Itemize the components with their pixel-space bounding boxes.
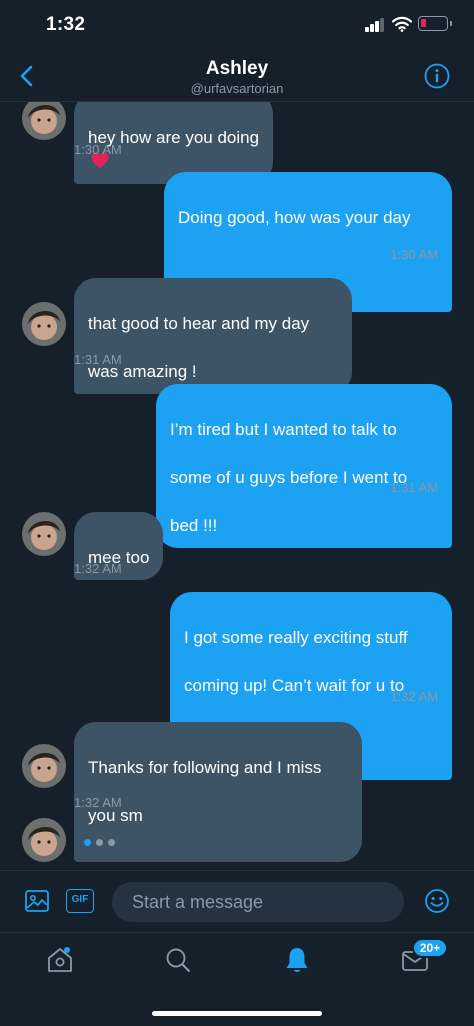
conversation-header: Ashley @urfavsartorian bbox=[0, 50, 474, 102]
message-text: Thanks for following and I miss bbox=[88, 758, 322, 777]
read-check-icon: ✓ bbox=[441, 247, 452, 262]
message-list[interactable]: hey how are you doing 1:30 AM Doing good… bbox=[0, 102, 474, 870]
message-timestamp: 1:32 AM bbox=[74, 561, 122, 576]
message-timestamp: 1:32 AM ✓ bbox=[390, 689, 452, 704]
battery-icon bbox=[418, 16, 448, 31]
message-text: coming up! Can’t wait for u to bbox=[184, 676, 405, 695]
message-text: some of u guys before I went to bbox=[170, 468, 408, 487]
cellular-signal-icon bbox=[365, 18, 385, 32]
message-text: I got some really exciting stuff bbox=[184, 628, 408, 647]
message-timestamp: 1:31 AM bbox=[74, 352, 122, 367]
read-check-icon: ✓ bbox=[441, 480, 452, 495]
home-icon[interactable] bbox=[45, 945, 75, 975]
message-input[interactable] bbox=[112, 882, 404, 922]
contact-avatar[interactable] bbox=[22, 744, 66, 788]
message-timestamp: 1:30 AM bbox=[74, 142, 122, 157]
emoji-picker-icon[interactable] bbox=[424, 888, 450, 914]
search-icon[interactable] bbox=[163, 945, 193, 975]
message-composer: GIF bbox=[0, 870, 474, 932]
message-timestamp: 1:30 AM ✓ bbox=[390, 247, 452, 262]
message-timestamp: 1:32 AM bbox=[74, 795, 122, 810]
status-bar: 1:32 bbox=[0, 0, 474, 50]
message-text: that good to hear and my day bbox=[88, 314, 310, 333]
contact-avatar[interactable] bbox=[22, 818, 66, 862]
info-icon[interactable] bbox=[424, 63, 450, 89]
incoming-message-bubble[interactable]: that good to hear and my day was amazing… bbox=[74, 278, 352, 394]
message-text: Doing good, how was your day bbox=[178, 208, 411, 227]
dm-conversation-screen: 1:32 Ashley @urfavsartorian hey how are … bbox=[0, 0, 474, 1026]
contact-avatar[interactable] bbox=[22, 512, 66, 556]
contact-avatar[interactable] bbox=[22, 302, 66, 346]
message-text: I’m tired but I wanted to talk to bbox=[170, 420, 397, 439]
notifications-icon[interactable] bbox=[282, 945, 312, 975]
typing-indicator bbox=[74, 824, 128, 860]
status-time: 1:32 bbox=[46, 14, 86, 35]
contact-avatar[interactable] bbox=[22, 102, 66, 140]
gif-button[interactable]: GIF bbox=[66, 889, 94, 913]
image-icon[interactable] bbox=[24, 888, 50, 914]
message-timestamp: 1:31 AM ✓ bbox=[390, 480, 452, 495]
read-check-icon: ✓ bbox=[441, 689, 452, 704]
contact-handle: @urfavsartorian bbox=[190, 81, 284, 96]
contact-name: Ashley bbox=[205, 58, 269, 79]
message-text: bed !!! bbox=[170, 516, 218, 535]
messages-unread-badge: 20+ bbox=[412, 938, 448, 958]
outgoing-message-bubble[interactable]: I’m tired but I wanted to talk to some o… bbox=[156, 384, 452, 548]
home-indicator[interactable] bbox=[152, 1011, 322, 1016]
wifi-icon bbox=[392, 16, 412, 32]
